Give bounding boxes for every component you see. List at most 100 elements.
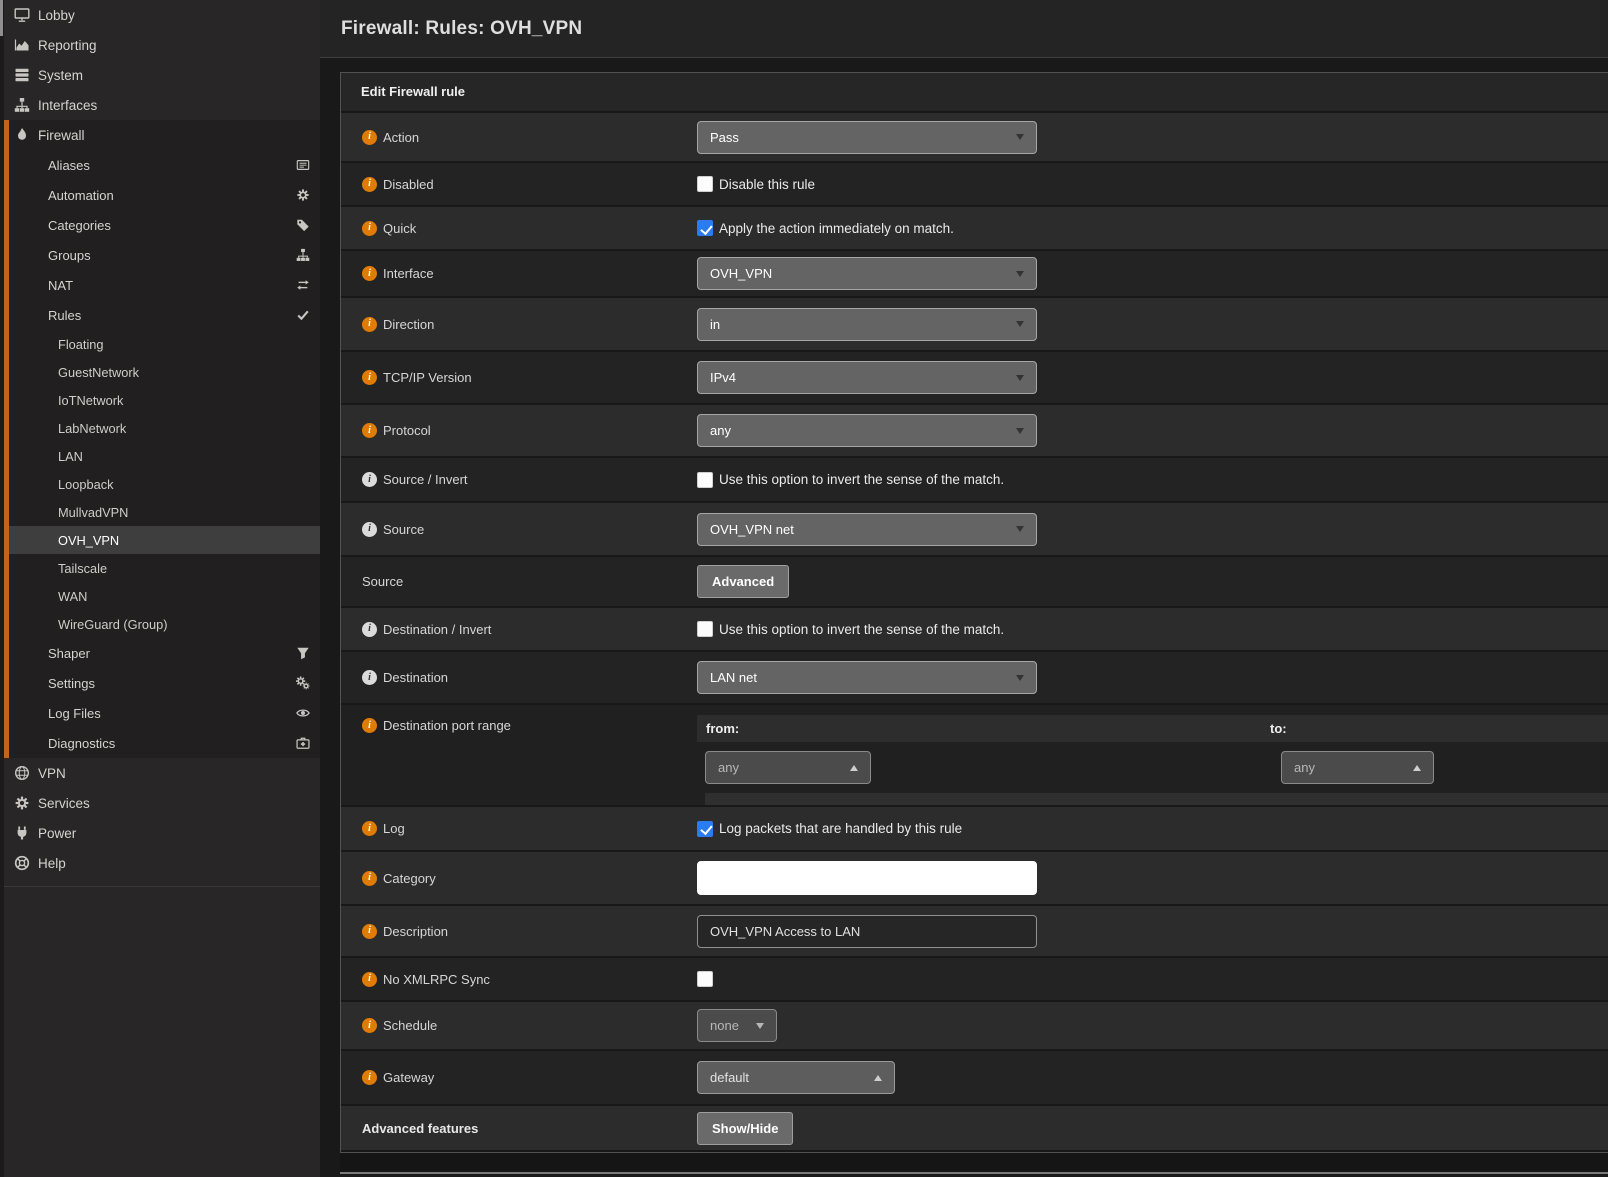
advanced-features-button[interactable]: Show/Hide <box>697 1112 793 1145</box>
globe-icon <box>13 765 30 781</box>
list-icon <box>296 158 310 172</box>
field-control-no-xmlrpc-sync <box>697 958 1608 1000</box>
caret-down-icon <box>1016 271 1024 277</box>
field-label-text: TCP/IP Version <box>383 370 472 385</box>
sidebar-item-lan[interactable]: LAN <box>0 442 320 470</box>
sidebar-item-label: Reporting <box>38 38 97 53</box>
field-label-text: Interface <box>383 266 434 281</box>
sidebar-item-label: MullvadVPN <box>58 505 128 520</box>
quick-checkbox-label: Apply the action immediately on match. <box>719 221 954 236</box>
sidebar-item-firewall[interactable]: Firewall <box>0 120 320 150</box>
sidebar-item-help[interactable]: Help <box>0 848 320 878</box>
no-xmlrpc-sync-checkbox[interactable] <box>697 971 713 987</box>
page-title: Firewall: Rules: OVH_VPN <box>341 18 582 40</box>
tcpip-version-select[interactable]: IPv4 <box>697 361 1037 394</box>
sidebar-item-ovh-vpn[interactable]: OVH_VPN <box>0 526 320 554</box>
sidebar-item-tailscale[interactable]: Tailscale <box>0 554 320 582</box>
sidebar-item-label: LAN <box>58 449 83 464</box>
port-range-controls: any any <box>697 751 1608 784</box>
description-input[interactable]: OVH_VPN Access to LAN <box>697 915 1037 948</box>
field-control-interface: OVH_VPN <box>697 251 1608 296</box>
field-label-action: iAction <box>341 113 697 161</box>
form-row-log: iLogLog packets that are handled by this… <box>341 807 1608 852</box>
protocol-select[interactable]: any <box>697 414 1037 447</box>
sidebar-item-log-files[interactable]: Log Files <box>0 698 320 728</box>
sidebar-item-label: System <box>38 68 83 83</box>
life-ring-icon <box>13 855 30 871</box>
sidebar-item-wan[interactable]: WAN <box>0 582 320 610</box>
port-from-select[interactable]: any <box>705 751 871 784</box>
sidebar-item-settings[interactable]: Settings <box>0 668 320 698</box>
category-input[interactable] <box>697 861 1037 895</box>
info-icon: i <box>362 221 377 236</box>
sidebar-item-wireguard-group[interactable]: WireGuard (Group) <box>0 610 320 638</box>
sidebar-item-label: NAT <box>48 278 73 293</box>
sidebar-item-diagnostics[interactable]: Diagnostics <box>0 728 320 758</box>
sidebar-item-power[interactable]: Power <box>0 818 320 848</box>
field-label-source-invert: iSource / Invert <box>341 458 697 501</box>
sidebar-item-iotnetwork[interactable]: IoTNetwork <box>0 386 320 414</box>
disabled-checkbox[interactable] <box>697 176 713 192</box>
port-range-scrollbar[interactable] <box>705 793 1608 805</box>
sidebar-item-aliases[interactable]: Aliases <box>0 150 320 180</box>
sidebar-item-guestnetwork[interactable]: GuestNetwork <box>0 358 320 386</box>
field-label-text: Source <box>383 522 424 537</box>
log-checkbox[interactable] <box>697 821 713 837</box>
page-header: Firewall: Rules: OVH_VPN <box>320 0 1608 58</box>
caret-down-icon <box>756 1023 764 1029</box>
sidebar-item-system[interactable]: System <box>0 60 320 90</box>
sidebar-item-mullvadvpn[interactable]: MullvadVPN <box>0 498 320 526</box>
port-from-value: any <box>718 760 739 775</box>
panel-bottom-gap <box>340 1153 1608 1172</box>
action-select-value: Pass <box>710 130 739 145</box>
sidebar-item-automation[interactable]: Automation <box>0 180 320 210</box>
sidebar-item-labnetwork[interactable]: LabNetwork <box>0 414 320 442</box>
direction-select[interactable]: in <box>697 308 1037 341</box>
sidebar-item-interfaces[interactable]: Interfaces <box>0 90 320 120</box>
quick-checkbox[interactable] <box>697 220 713 236</box>
field-label-text: Destination <box>383 670 448 685</box>
interface-select[interactable]: OVH_VPN <box>697 257 1037 290</box>
info-icon: i <box>362 1070 377 1085</box>
field-label-text: Disabled <box>383 177 434 192</box>
port-range-group: from: to: any any <box>697 705 1608 805</box>
sidebar-item-label: Categories <box>48 218 111 233</box>
info-icon: i <box>362 177 377 192</box>
destination-select[interactable]: LAN net <box>697 661 1037 694</box>
horizontal-scrollbar[interactable] <box>340 1172 1608 1174</box>
caret-down-icon <box>1016 375 1024 381</box>
source-invert-checkbox[interactable] <box>697 472 713 488</box>
gateway-select[interactable]: default <box>697 1061 895 1094</box>
source-select[interactable]: OVH_VPN net <box>697 513 1037 546</box>
source-advanced-button[interactable]: Advanced <box>697 565 789 598</box>
sidebar-item-shaper[interactable]: Shaper <box>0 638 320 668</box>
sidebar-item-services[interactable]: Services <box>0 788 320 818</box>
sidebar-item-lobby[interactable]: Lobby <box>0 0 320 30</box>
form-row-no-xmlrpc-sync: iNo XMLRPC Sync <box>341 958 1608 1002</box>
port-to-select[interactable]: any <box>1281 751 1434 784</box>
sidebar-item-groups[interactable]: Groups <box>0 240 320 270</box>
field-control-quick: Apply the action immediately on match. <box>697 207 1608 249</box>
sidebar-item-vpn[interactable]: VPN <box>0 758 320 788</box>
schedule-select[interactable]: none <box>697 1009 777 1042</box>
sidebar-item-categories[interactable]: Categories <box>0 210 320 240</box>
sidebar-item-reporting[interactable]: Reporting <box>0 30 320 60</box>
eye-icon <box>296 706 310 720</box>
sitemap-icon <box>296 248 310 262</box>
fire-icon <box>13 127 30 143</box>
sidebar-item-label: Firewall <box>38 128 85 143</box>
field-label-protocol: iProtocol <box>341 405 697 456</box>
info-icon: i <box>362 622 377 637</box>
sidebar-scrollbar[interactable] <box>0 0 3 36</box>
info-icon: i <box>362 924 377 939</box>
sidebar-item-nat[interactable]: NAT <box>0 270 320 300</box>
sidebar-item-label: IoTNetwork <box>58 393 123 408</box>
sidebar-item-rules[interactable]: Rules <box>0 300 320 330</box>
sidebar-item-floating[interactable]: Floating <box>0 330 320 358</box>
destination-invert-checkbox[interactable] <box>697 621 713 637</box>
sidebar-item-loopback[interactable]: Loopback <box>0 470 320 498</box>
field-label-text: Destination port range <box>383 718 511 733</box>
form-row-destination-port-range: iDestination port range from: to: any an… <box>341 705 1608 807</box>
info-icon: i <box>362 821 377 836</box>
action-select[interactable]: Pass <box>697 121 1037 154</box>
